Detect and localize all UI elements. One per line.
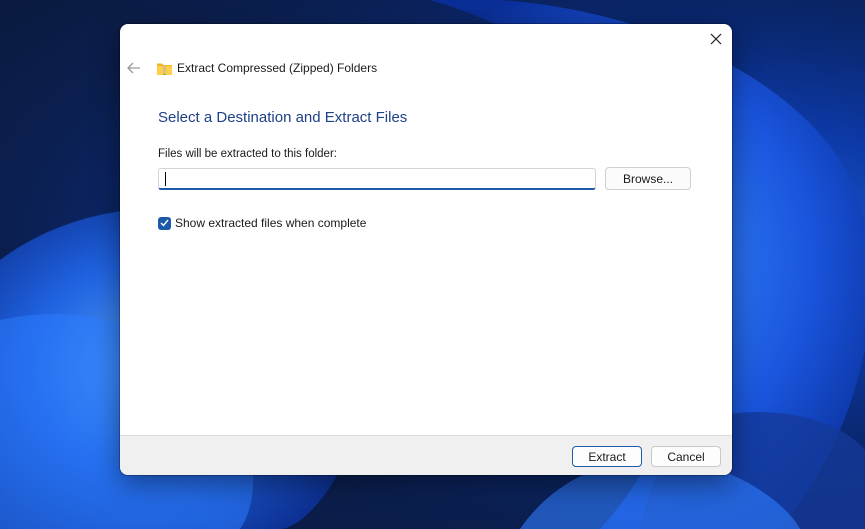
text-caret [165,172,166,186]
extract-button[interactable]: Extract [572,446,642,467]
desktop-wallpaper: Extract Compressed (Zipped) Folders Sele… [0,0,865,529]
extract-dialog: Extract Compressed (Zipped) Folders Sele… [120,24,732,475]
dialog-title-row: Extract Compressed (Zipped) Folders [156,59,377,77]
back-button[interactable] [126,60,142,76]
checkmark-icon [160,219,169,227]
show-files-checkbox[interactable] [158,216,171,230]
show-files-label: Show extracted files when complete [175,216,367,230]
close-button[interactable] [700,24,732,54]
dialog-title: Extract Compressed (Zipped) Folders [177,61,378,75]
zipped-folder-icon [156,61,173,76]
browse-button[interactable]: Browse... [605,167,691,190]
dialog-footer: Extract Cancel [120,435,732,475]
show-files-option[interactable]: Show extracted files when complete [158,215,366,231]
page-heading: Select a Destination and Extract Files [158,109,408,126]
destination-input[interactable] [158,168,596,190]
destination-label: Files will be extracted to this folder: [158,148,337,160]
back-arrow-icon [127,62,140,74]
close-icon [710,33,722,45]
cancel-button[interactable]: Cancel [651,446,721,467]
